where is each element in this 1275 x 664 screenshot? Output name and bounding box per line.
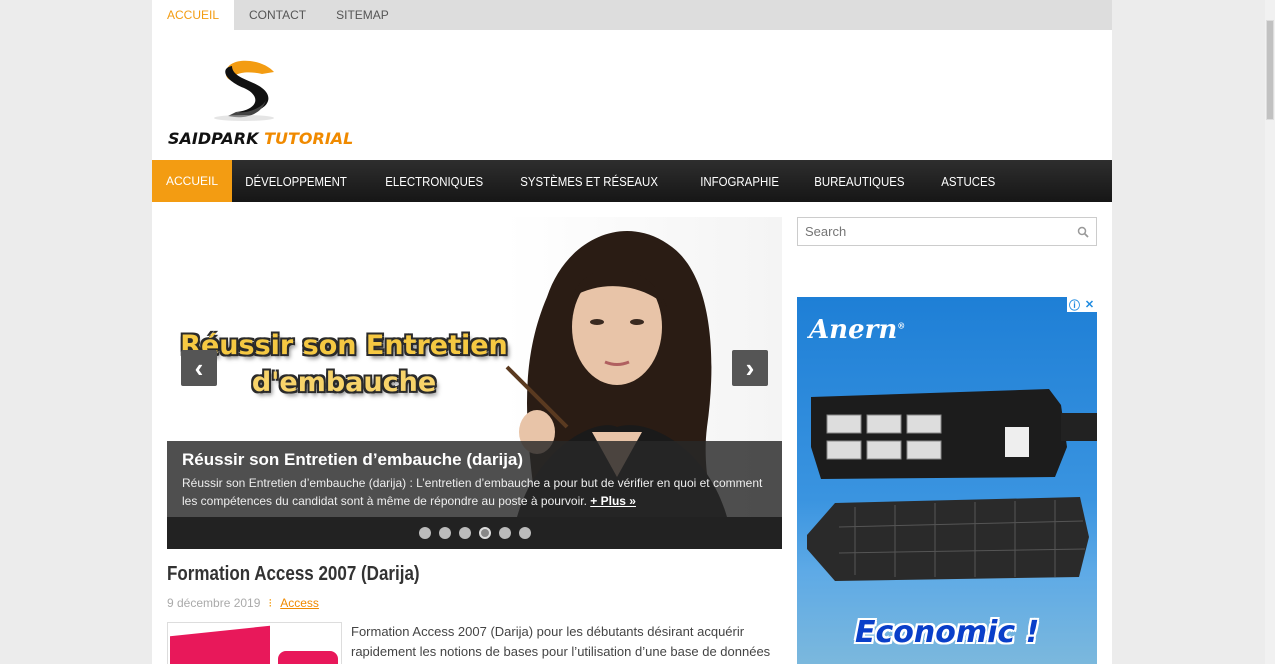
topnav-sitemap[interactable]: SITEMAP bbox=[321, 0, 404, 30]
logo-s-icon bbox=[214, 60, 274, 121]
post-excerpt: Formation Access 2007 (Darija) pour les … bbox=[351, 624, 771, 659]
search-box bbox=[797, 217, 1097, 246]
ad-slogan: Economic ! bbox=[855, 615, 1040, 650]
slide-caption-title[interactable]: Réussir son Entretien d’embauche (darija… bbox=[182, 450, 767, 470]
post-thumbnail[interactable] bbox=[167, 622, 342, 664]
nav-systemes-reseaux[interactable]: SYSTÈMES ET RÉSEAUX bbox=[507, 160, 671, 202]
solar-panel-image bbox=[807, 497, 1089, 581]
thumbnail-shape bbox=[170, 625, 270, 664]
main-navigation: ACCUEIL DÉVELOPPEMENT ELECTRONIQUES SYST… bbox=[152, 160, 1112, 202]
nav-developpement[interactable]: DÉVELOPPEMENT bbox=[232, 160, 360, 202]
slider-dot-4[interactable] bbox=[478, 527, 491, 539]
slider-dot-1[interactable] bbox=[418, 527, 431, 539]
logo-text-tutorial: TUTORIAL bbox=[264, 129, 354, 148]
thumbnail-shape bbox=[278, 651, 338, 664]
slide-caption: Réussir son Entretien d’embauche (darija… bbox=[167, 441, 782, 517]
site-header: SAIDPARK TUTORIAL bbox=[152, 30, 1112, 160]
meta-separator: ⁝ bbox=[268, 596, 273, 610]
top-navigation: ACCUEIL CONTACT SITEMAP bbox=[152, 0, 1112, 30]
site-logo[interactable]: SAIDPARK TUTORIAL bbox=[166, 58, 366, 150]
featured-slider[interactable]: Réussir son Entretien d'embauche ‹ › Réu… bbox=[167, 217, 782, 549]
post-category-link[interactable]: Access bbox=[280, 596, 319, 610]
topnav-contact[interactable]: CONTACT bbox=[234, 0, 321, 30]
slider-dot-3[interactable] bbox=[458, 527, 471, 539]
slider-dot-5[interactable] bbox=[498, 527, 511, 539]
ad-brand-mark: ® bbox=[897, 320, 906, 331]
nav-electroniques[interactable]: ELECTRONIQUES bbox=[372, 160, 496, 202]
ad-brand-name: Anern bbox=[809, 315, 898, 345]
ad-info-icon[interactable]: ⓘ bbox=[1067, 297, 1082, 312]
logo-text-saidpark: SAIDPARK bbox=[168, 129, 259, 148]
ad-controls: ⓘ ✕ bbox=[1067, 297, 1097, 312]
sidebar: ⓘ ✕ Anern® Economi bbox=[797, 217, 1097, 664]
page-scrollbar[interactable] bbox=[1265, 0, 1275, 664]
logo-text: SAIDPARK TUTORIAL bbox=[168, 129, 353, 148]
slide-caption-body: Réussir son Entretien d’embauche (darija… bbox=[182, 476, 763, 508]
post-date: 9 décembre 2019 bbox=[167, 596, 261, 610]
chevron-left-icon: ‹ bbox=[194, 352, 204, 383]
post-body: Formation Access 2007 (Darija) pour les … bbox=[167, 622, 782, 664]
page-wrapper: ACCUEIL CONTACT SITEMAP SAIDPARK TUTORIA… bbox=[152, 0, 1112, 664]
slider-prev-button[interactable]: ‹ bbox=[181, 350, 217, 386]
ad-close-icon[interactable]: ✕ bbox=[1082, 297, 1097, 312]
slide-image-title-line1: Réussir son Entretien bbox=[180, 330, 508, 361]
slider-dot-2[interactable] bbox=[438, 527, 451, 539]
slider-pagination bbox=[167, 517, 782, 549]
slider-next-button[interactable]: › bbox=[732, 350, 768, 386]
search-icon[interactable] bbox=[1077, 226, 1089, 238]
nav-bureautiques[interactable]: BUREAUTIQUES bbox=[801, 160, 918, 202]
nav-astuces[interactable]: ASTUCES bbox=[928, 160, 1008, 202]
search-input[interactable] bbox=[798, 218, 1096, 245]
post-meta: 9 décembre 2019 ⁝ Access bbox=[167, 596, 782, 610]
solar-lamp-image bbox=[811, 389, 1097, 479]
slider-dot-6[interactable] bbox=[518, 527, 531, 539]
main-content: Réussir son Entretien d'embauche ‹ › Réu… bbox=[167, 217, 782, 664]
chevron-right-icon: › bbox=[745, 352, 755, 383]
advertisement-banner[interactable]: ⓘ ✕ Anern® Economic ! bbox=[797, 297, 1097, 664]
slide-read-more-link[interactable]: + Plus » bbox=[590, 494, 636, 508]
slide-image-title-line2: d'embauche bbox=[251, 367, 437, 398]
topnav-accueil[interactable]: ACCUEIL bbox=[152, 0, 235, 30]
ad-brand: Anern® bbox=[809, 315, 905, 345]
nav-accueil[interactable]: ACCUEIL bbox=[152, 160, 233, 202]
post-title[interactable]: Formation Access 2007 (Darija) bbox=[167, 563, 690, 586]
scrollbar-thumb[interactable] bbox=[1266, 20, 1274, 120]
nav-infographie[interactable]: INFOGRAPHIE bbox=[687, 160, 792, 202]
slide-image-title: Réussir son Entretien d'embauche bbox=[179, 327, 509, 401]
slide-caption-text: Réussir son Entretien d’embauche (darija… bbox=[182, 474, 767, 510]
